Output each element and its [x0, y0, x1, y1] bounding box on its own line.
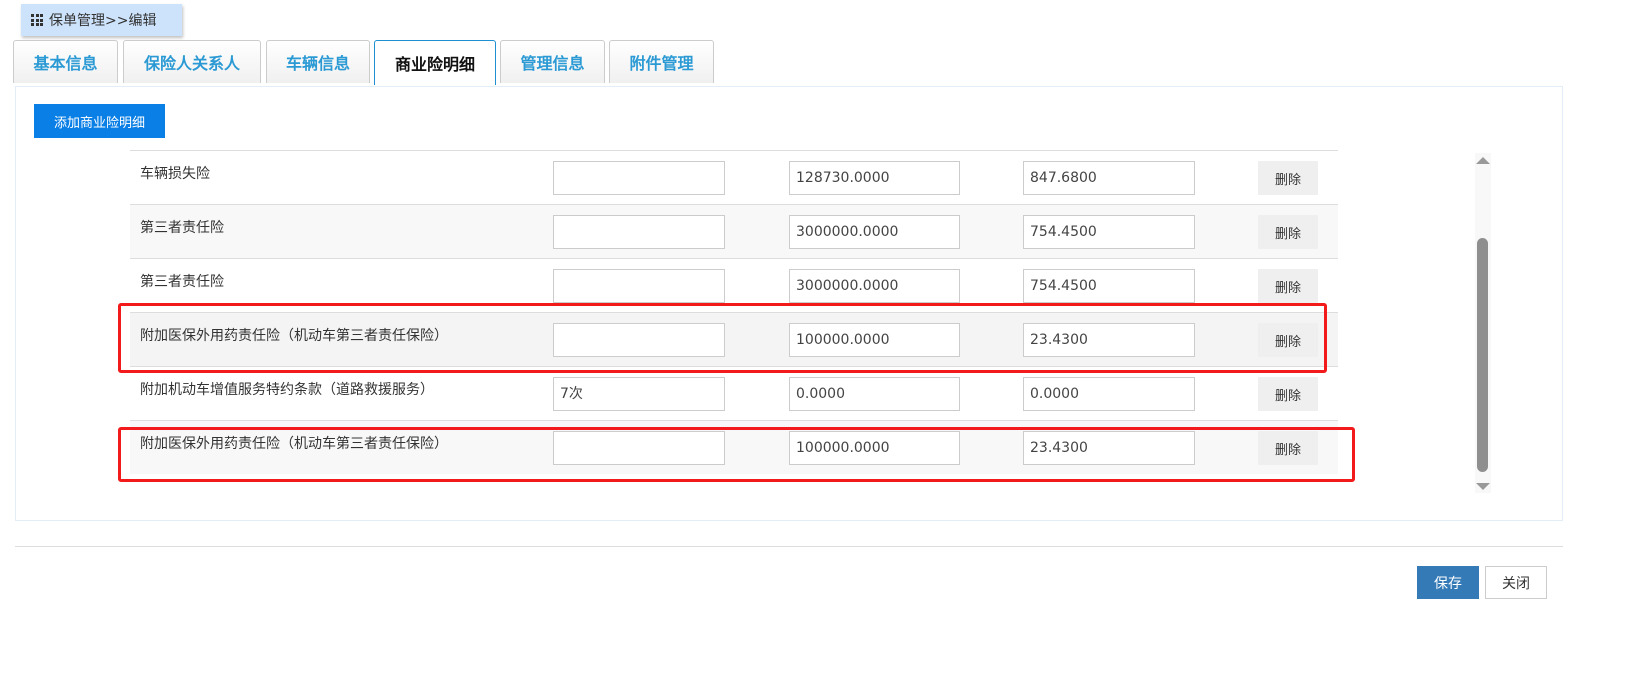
insured-amount-input[interactable]: 0.0000	[789, 377, 960, 411]
tab-attachments[interactable]: 附件管理	[609, 40, 714, 83]
delete-button[interactable]: 删除	[1258, 377, 1318, 411]
premium-input[interactable]: 847.6800	[1023, 161, 1195, 195]
tab-management-info[interactable]: 管理信息	[500, 40, 605, 83]
tab-basic-info[interactable]: 基本信息	[13, 40, 118, 83]
insured-amount-input[interactable]: 3000000.0000	[789, 269, 960, 303]
quantity-input[interactable]	[553, 269, 725, 303]
delete-button[interactable]: 删除	[1258, 161, 1318, 195]
delete-button[interactable]: 删除	[1258, 215, 1318, 249]
table-row: 第三者责任险 3000000.0000 754.4500 删除	[130, 204, 1338, 258]
coverage-name: 第三者责任险	[140, 220, 224, 236]
grid-menu-icon	[31, 14, 43, 26]
highlight-box	[118, 303, 1327, 373]
insured-amount-input[interactable]: 128730.0000	[789, 161, 960, 195]
coverage-name: 车辆损失险	[140, 166, 210, 182]
coverage-name: 第三者责任险	[140, 274, 224, 290]
tab-vehicle-info[interactable]: 车辆信息	[266, 40, 370, 83]
insured-amount-input[interactable]: 3000000.0000	[789, 215, 960, 249]
quantity-input[interactable]	[553, 215, 725, 249]
table-row: 附加机动车增值服务特约条款（道路救援服务） 7次 0.0000 0.0000 删…	[130, 366, 1338, 420]
tab-insured-parties[interactable]: 保险人关系人	[123, 40, 261, 83]
table-row: 车辆损失险 128730.0000 847.6800 删除	[130, 150, 1338, 204]
quantity-input[interactable]: 7次	[553, 377, 725, 411]
divider	[15, 546, 1563, 547]
add-commercial-detail-button[interactable]: 添加商业险明细	[34, 104, 165, 138]
quantity-input[interactable]	[553, 161, 725, 195]
premium-input[interactable]: 754.4500	[1023, 269, 1195, 303]
scroll-up-icon[interactable]	[1476, 157, 1490, 164]
scrollbar-thumb[interactable]	[1477, 238, 1488, 472]
breadcrumb: 保单管理>>编辑	[21, 4, 182, 36]
premium-input[interactable]: 0.0000	[1023, 377, 1195, 411]
premium-input[interactable]: 754.4500	[1023, 215, 1195, 249]
breadcrumb-text: 保单管理>>编辑	[49, 13, 157, 29]
scroll-down-icon[interactable]	[1476, 483, 1490, 490]
close-button[interactable]: 关闭	[1485, 566, 1547, 599]
save-button[interactable]: 保存	[1417, 566, 1479, 599]
highlight-box	[118, 427, 1355, 482]
delete-button[interactable]: 删除	[1258, 269, 1318, 303]
coverage-name: 附加机动车增值服务特约条款（道路救援服务）	[140, 382, 434, 398]
tab-commercial-details[interactable]: 商业险明细	[374, 40, 496, 85]
